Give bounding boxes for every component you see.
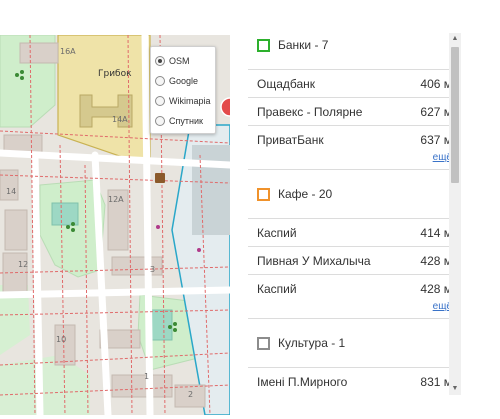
building-number: 14: [6, 187, 17, 196]
list-item[interactable]: ПриватБанк 637 м: [248, 125, 460, 153]
place-name: ПриватБанк: [257, 132, 324, 147]
list-item[interactable]: Каспий 428 м: [248, 274, 460, 302]
category-title: Культура - 1: [278, 336, 346, 350]
category-header-cafes: Кафе - 20: [248, 184, 460, 204]
building-number: 1: [144, 372, 150, 381]
list-item[interactable]: Пивная У Михалыча 428 м: [248, 246, 460, 274]
layer-option-satellite[interactable]: Спутник: [155, 111, 211, 131]
building-number: 14А: [112, 115, 128, 124]
scroll-down-icon[interactable]: ▼: [449, 383, 461, 395]
building-name: Грибок: [98, 69, 132, 79]
layer-label: OSM: [169, 56, 190, 66]
place-distance: 831 м: [420, 374, 452, 389]
place-distance: 406 м: [420, 76, 452, 91]
category-color-icon: [257, 187, 270, 201]
scroll-thumb[interactable]: [451, 47, 459, 183]
place-distance: 428 м: [420, 253, 452, 268]
more-link[interactable]: ещё: [248, 302, 460, 314]
layer-option-google[interactable]: Google: [155, 71, 211, 91]
building-number: 16А: [60, 47, 76, 56]
list-item[interactable]: Каспий 414 м: [248, 218, 460, 246]
more-link[interactable]: ещё: [248, 153, 460, 165]
layer-option-osm[interactable]: OSM: [155, 51, 211, 71]
layer-label: Спутник: [169, 116, 203, 126]
map-layer-switcher: OSM Google Wikimapia Спутник: [150, 46, 216, 134]
layer-label: Wikimapia: [169, 96, 211, 106]
panel-scrollbar[interactable]: ▲ ▼: [449, 33, 461, 395]
radio-icon[interactable]: [155, 96, 165, 106]
place-name: Каспий: [257, 225, 297, 240]
radio-icon[interactable]: [155, 116, 165, 126]
radio-icon[interactable]: [155, 76, 165, 86]
divider: [248, 169, 460, 170]
place-distance: 428 м: [420, 281, 452, 296]
category-title: Банки - 7: [278, 38, 329, 52]
place-name: Імені П.Мирного: [257, 374, 348, 389]
place-name: Правекс - Полярне: [257, 104, 363, 119]
list-item[interactable]: Ощадбанк 406 м: [248, 69, 460, 97]
category-title: Кафе - 20: [278, 187, 333, 201]
list-item[interactable]: Правекс - Полярне 627 м: [248, 97, 460, 125]
layer-label: Google: [169, 76, 199, 86]
scroll-up-icon[interactable]: ▲: [449, 33, 461, 45]
nearby-places-panel: Банки - 7 Ощадбанк 406 м Правекс - Поляр…: [248, 33, 460, 395]
building-number: 3: [150, 265, 156, 274]
place-distance: 637 м: [420, 132, 452, 147]
building-number: 10: [56, 335, 67, 344]
radio-selected-icon[interactable]: [155, 56, 165, 66]
building-number: 12А: [108, 195, 124, 204]
place-name: Каспий: [257, 281, 297, 296]
place-name: Пивная У Михалыча: [257, 253, 371, 268]
building-number: 12: [18, 260, 29, 269]
divider: [248, 318, 460, 319]
layer-option-wikimapia[interactable]: Wikimapia: [155, 91, 211, 111]
building-number: 2: [188, 390, 194, 399]
category-color-icon: [257, 336, 270, 350]
category-header-culture: Культура - 1: [248, 333, 460, 353]
category-color-icon: [257, 38, 270, 52]
place-distance: 414 м: [420, 225, 452, 240]
category-header-banks: Банки - 7: [248, 35, 460, 55]
list-item[interactable]: Імені П.Мирного 831 м: [248, 367, 460, 395]
place-distance: 627 м: [420, 104, 452, 119]
place-name: Ощадбанк: [257, 76, 316, 91]
